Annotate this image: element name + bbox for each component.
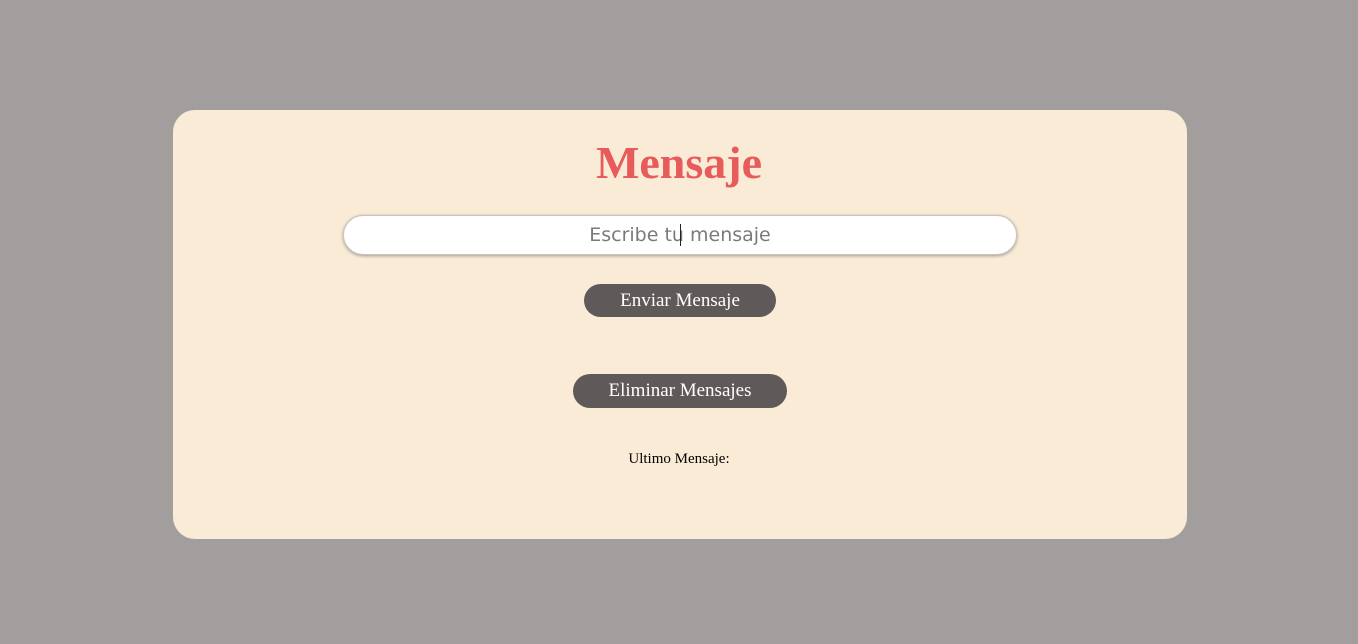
text-caret bbox=[680, 224, 681, 246]
last-message-label: Ultimo Mensaje: bbox=[628, 451, 730, 467]
send-message-button[interactable]: Enviar Mensaje bbox=[584, 284, 776, 317]
page-title: Mensaje bbox=[595, 137, 763, 188]
delete-messages-button[interactable]: Eliminar Mensajes bbox=[573, 374, 787, 408]
